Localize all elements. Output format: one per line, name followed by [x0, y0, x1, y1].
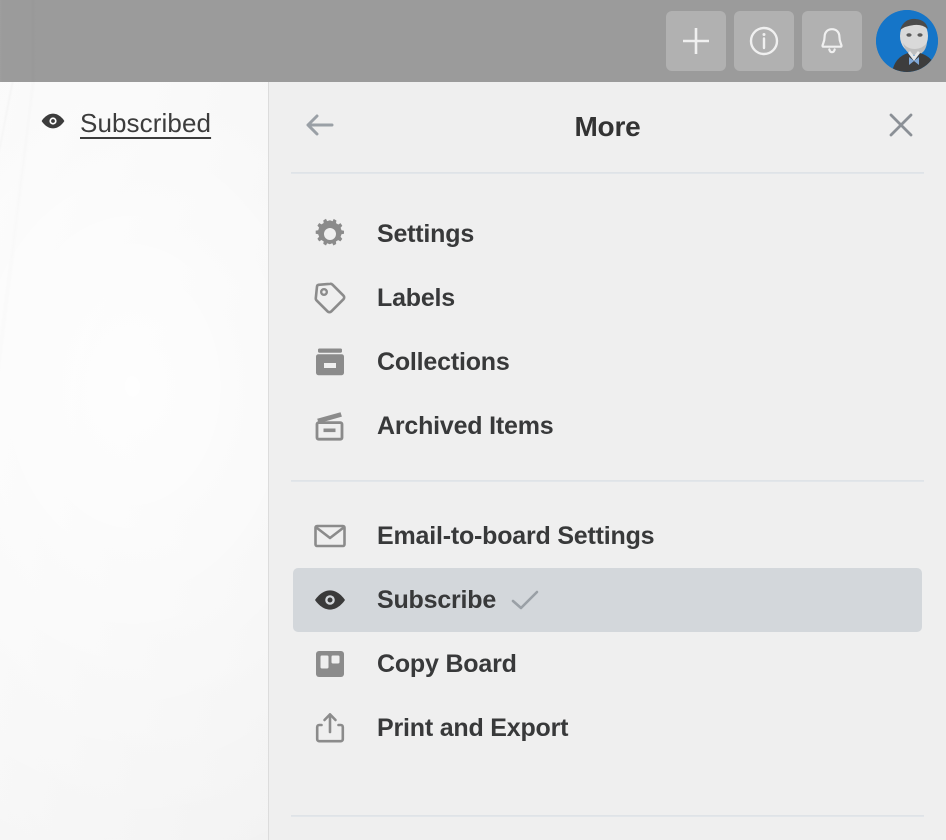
bottom-divider	[291, 815, 924, 817]
add-button[interactable]	[666, 11, 726, 71]
menu-item-label: Settings	[377, 219, 475, 248]
more-menu-panel: More Settings Labels Collections Archive…	[268, 82, 946, 840]
share-icon	[309, 711, 351, 745]
check-icon	[510, 588, 540, 612]
menu-item-label: Copy Board	[377, 649, 517, 678]
notifications-button[interactable]	[802, 11, 862, 71]
info-icon	[747, 24, 781, 58]
menu-item-archived-items[interactable]: Archived Items	[293, 394, 922, 458]
bottom-divider-wrapper	[269, 815, 946, 817]
menu-item-subscribe[interactable]: Subscribe	[293, 568, 922, 632]
user-avatar[interactable]	[876, 10, 938, 72]
subscribed-indicator[interactable]: Subscribed	[40, 108, 211, 139]
menu-item-email-to-board-settings[interactable]: Email-to-board Settings	[293, 504, 922, 568]
menu-item-labels[interactable]: Labels	[293, 266, 922, 330]
menu-item-label: Collections	[377, 347, 510, 376]
menu-item-print-and-export[interactable]: Print and Export	[293, 696, 922, 760]
app-root: Subscribed More Settings Labels Collecti…	[0, 0, 946, 840]
info-button[interactable]	[734, 11, 794, 71]
menu-item-label: Labels	[377, 283, 455, 312]
menu-item-copy-board[interactable]: Copy Board	[293, 632, 922, 696]
menu-item-label: Archived Items	[377, 411, 554, 440]
topbar-actions	[666, 10, 938, 72]
board-settings-group: Settings Labels Collections Archived Ite…	[269, 174, 946, 480]
avatar-photo	[876, 10, 938, 72]
plus-icon	[679, 24, 713, 58]
board-canvas: Subscribed	[0, 82, 268, 840]
menu-item-label: Email-to-board Settings	[377, 521, 655, 550]
tag-icon	[309, 281, 351, 315]
eye-icon	[309, 588, 351, 612]
bell-icon	[815, 24, 849, 58]
board-icon	[309, 647, 351, 681]
subscribed-label: Subscribed	[80, 108, 212, 138]
back-button[interactable]	[303, 110, 337, 144]
close-button[interactable]	[884, 110, 918, 144]
eye-icon	[40, 112, 66, 135]
menu-item-label: Subscribe	[377, 585, 497, 614]
menu-item-label: Print and Export	[377, 713, 569, 742]
menu-item-settings[interactable]: Settings	[293, 202, 922, 266]
envelope-icon	[309, 519, 351, 553]
arrow-left-icon	[305, 113, 335, 142]
close-icon	[887, 111, 915, 144]
collections-icon	[309, 345, 351, 379]
top-navigation-bar	[0, 0, 946, 82]
archive-icon	[309, 409, 351, 443]
menu-item-collections[interactable]: Collections	[293, 330, 922, 394]
gear-icon	[309, 217, 351, 251]
board-actions-group: Email-to-board Settings Subscribe Copy B…	[269, 482, 946, 784]
panel-header: More	[269, 82, 946, 172]
panel-title: More	[574, 111, 641, 142]
